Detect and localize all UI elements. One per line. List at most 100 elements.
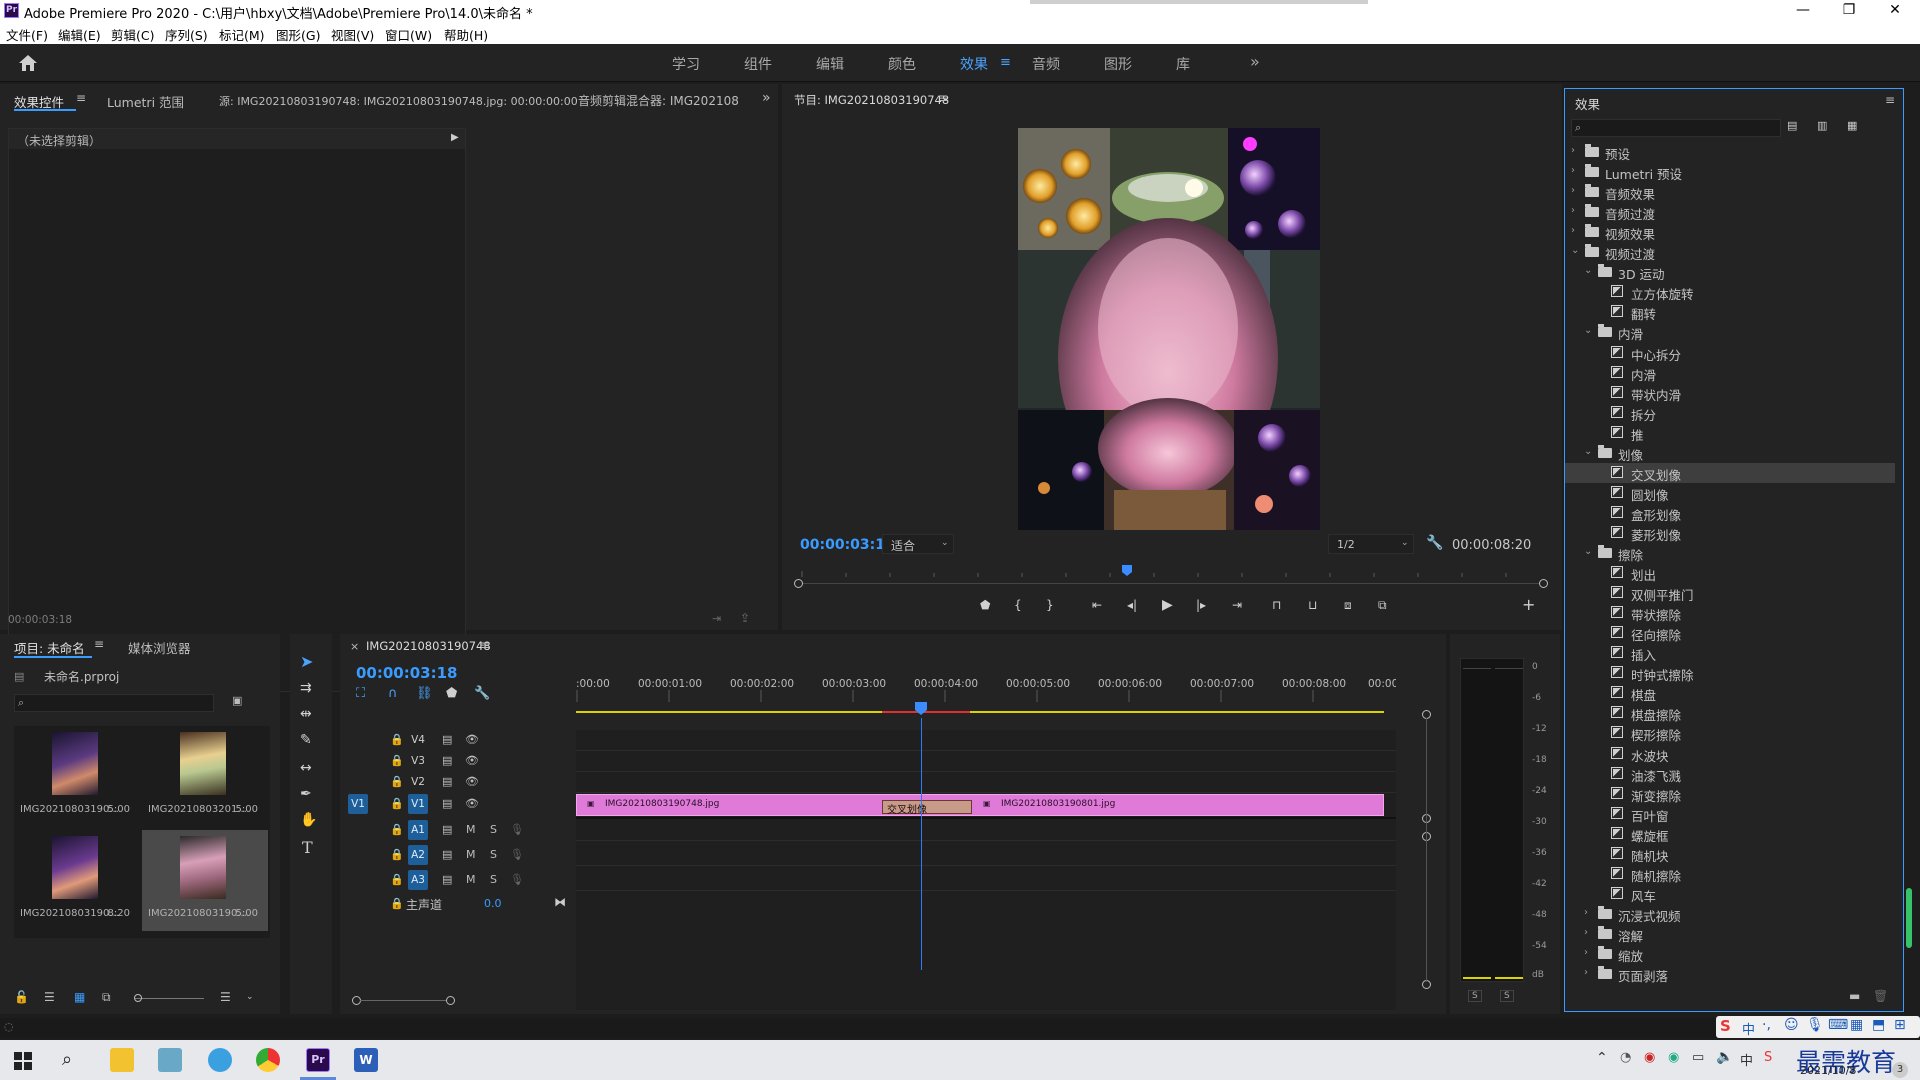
chevron-right-icon[interactable]: › xyxy=(1584,927,1588,938)
lock-icon[interactable]: 🔒 xyxy=(390,897,404,910)
zoom-slider[interactable] xyxy=(134,998,204,999)
workspace-overflow-icon[interactable]: » xyxy=(1250,52,1260,71)
h-scroll-end-handle[interactable] xyxy=(446,996,455,1005)
program-playhead-timecode[interactable]: 00:00:03:18 xyxy=(800,537,895,553)
timeline-timecode[interactable]: 00:00:03:18 xyxy=(356,664,458,682)
workspace-color[interactable]: 颜色 xyxy=(888,54,916,74)
sync-lock-icon[interactable]: ▤ xyxy=(442,848,452,861)
effects-folder[interactable]: › 页面剥落 xyxy=(1565,964,1895,984)
chevron-right-icon[interactable]: › xyxy=(1584,947,1588,958)
go-to-in-icon[interactable]: ⇤ xyxy=(1092,598,1102,612)
workspace-graphics[interactable]: 图形 xyxy=(1104,54,1132,74)
effect-item[interactable]: 棋盘 xyxy=(1565,683,1895,703)
file-explorer-icon[interactable] xyxy=(110,1048,134,1072)
effect-item[interactable]: 划出 xyxy=(1565,563,1895,583)
tray-chevron-up-icon[interactable]: ⌃ xyxy=(1596,1050,1608,1066)
timeline-ruler[interactable]: :00:00 00:00:01:00 00:00:02:00 00:00:03:… xyxy=(576,678,1396,722)
lock-icon[interactable]: 🔒 xyxy=(390,848,404,861)
panel-menu-icon[interactable]: ≡ xyxy=(76,91,86,105)
sync-lock-icon[interactable]: ▤ xyxy=(442,733,452,746)
tab-sequence[interactable]: IMG20210803190748 xyxy=(366,639,491,653)
linked-selection-icon[interactable]: ⛓ xyxy=(416,686,433,701)
effects-folder[interactable]: › 缩放 xyxy=(1565,944,1895,964)
step-forward-icon[interactable]: |▸ xyxy=(1196,598,1206,612)
sogou-logo-icon[interactable]: S xyxy=(1720,1017,1731,1035)
effect-item[interactable]: 中心拆分 xyxy=(1565,343,1895,363)
track-target-v4[interactable]: V4 xyxy=(408,730,428,750)
program-mini-ruler[interactable] xyxy=(796,564,1546,578)
track-target-v1[interactable]: V1 xyxy=(408,794,428,814)
effect-item[interactable]: 推 xyxy=(1565,423,1895,443)
effect-item[interactable]: 螺旋框 xyxy=(1565,824,1895,844)
project-menu-icon[interactable]: ≡ xyxy=(94,637,104,651)
microphone-icon[interactable]: 🎙 xyxy=(510,848,524,861)
project-item[interactable]: IMG20210803190... 8:20 xyxy=(14,830,140,931)
play-only-icon[interactable]: ▶ xyxy=(451,132,459,143)
effect-item[interactable]: 水波块 xyxy=(1565,744,1895,764)
yuv-effects-icon[interactable]: ▦ xyxy=(1847,119,1857,132)
step-back-icon[interactable]: ◂| xyxy=(1127,598,1137,612)
network-icon[interactable]: ▭ xyxy=(1692,1050,1704,1065)
snap-icon[interactable]: ∩ xyxy=(388,686,398,701)
effect-item[interactable]: 插入 xyxy=(1565,643,1895,663)
sync-lock-icon[interactable]: ▤ xyxy=(442,873,452,886)
effects-folder[interactable]: ⌄ 3D 运动 xyxy=(1565,262,1895,282)
effects-folder[interactable]: ⌄ 视频过渡 xyxy=(1565,242,1895,262)
effects-folder[interactable]: ⌄ 内滑 xyxy=(1565,322,1895,342)
ime-mode[interactable]: 中 xyxy=(1742,1019,1755,1038)
effect-item[interactable]: 风车 xyxy=(1565,884,1895,904)
effect-item[interactable]: 内滑 xyxy=(1565,363,1895,383)
icon-view-icon[interactable]: ▦ xyxy=(74,990,85,1004)
app-icon[interactable] xyxy=(158,1048,182,1072)
export-frame-icon[interactable]: ⇥ xyxy=(712,612,721,625)
tab-program[interactable]: 节目: IMG20210803190748 xyxy=(794,92,949,108)
sogou-icon[interactable]: S xyxy=(1764,1050,1772,1065)
effect-item[interactable]: 棋盘擦除 xyxy=(1565,703,1895,723)
v-scroll-track[interactable] xyxy=(1426,718,1427,982)
menu-edit[interactable]: 编辑(E) xyxy=(58,25,101,44)
sync-lock-icon[interactable]: ▤ xyxy=(442,797,452,810)
mute-button[interactable]: M xyxy=(466,873,476,886)
menu-marker[interactable]: 标记(M) xyxy=(219,25,265,44)
clip-v1[interactable]: ▣ IMG20210803190748.jpg ▣ IMG20210803190… xyxy=(576,794,1384,816)
ie-browser-icon[interactable] xyxy=(208,1048,232,1072)
chevron-down-icon[interactable]: ⌄ xyxy=(1584,265,1592,276)
workspace-libraries[interactable]: 库 xyxy=(1176,54,1190,74)
chevron-down-icon[interactable]: ⌄ xyxy=(1584,446,1592,457)
microphone-icon[interactable]: 🎙 xyxy=(510,873,524,886)
selection-tool-icon[interactable]: ➤ xyxy=(300,652,313,671)
effects-search-input[interactable]: ⌕ xyxy=(1571,119,1781,137)
play-icon[interactable]: ▶ xyxy=(1162,597,1173,613)
effects-folder[interactable]: › 音频过渡 xyxy=(1565,202,1895,222)
effects-menu-icon[interactable]: ≡ xyxy=(1885,93,1895,107)
chevron-right-icon[interactable]: › xyxy=(1571,205,1575,216)
minimize-button[interactable]: — xyxy=(1780,0,1826,22)
chevron-right-icon[interactable]: › xyxy=(1584,907,1588,918)
razor-tool-icon[interactable]: ✎ xyxy=(300,732,312,748)
go-to-out-icon[interactable]: ⇥ xyxy=(1232,598,1242,612)
sync-lock-icon[interactable]: ▤ xyxy=(442,775,452,788)
menu-file[interactable]: 文件(F) xyxy=(6,25,48,44)
voice-icon[interactable]: 🎙 xyxy=(1806,1017,1824,1033)
sync-lock-icon[interactable]: ▤ xyxy=(442,823,452,836)
chevron-down-icon[interactable]: ⌄ xyxy=(1571,245,1579,256)
taskbar-search-icon[interactable]: ⌕ xyxy=(62,1049,72,1070)
resolution-dropdown[interactable]: 1/2 ⌄ xyxy=(1328,534,1414,554)
effect-item[interactable]: 随机擦除 xyxy=(1565,864,1895,884)
pen-tool-icon[interactable]: ✒ xyxy=(300,786,312,802)
mark-out-icon[interactable]: } xyxy=(1046,598,1054,612)
track-target-v2[interactable]: V2 xyxy=(408,772,428,792)
effect-item[interactable]: 带状内滑 xyxy=(1565,383,1895,403)
share-icon[interactable]: ⇪ xyxy=(740,611,750,625)
effect-item[interactable]: 交叉划像 xyxy=(1565,462,1895,483)
solo-right-button[interactable]: S xyxy=(1500,990,1514,1002)
effects-folder[interactable]: › 溶解 xyxy=(1565,924,1895,944)
effect-item[interactable]: 双侧平推门 xyxy=(1565,583,1895,603)
project-item[interactable]: IMG20210803201... 5:00 xyxy=(142,726,268,827)
scrub-end-handle[interactable] xyxy=(1539,579,1548,588)
sequence-menu-icon[interactable]: ≡ xyxy=(480,638,490,652)
freeform-view-icon[interactable]: ⧉ xyxy=(102,990,111,1005)
effects-folder[interactable]: › 预设 xyxy=(1565,142,1895,162)
sync-lock-icon[interactable]: ▤ xyxy=(442,754,452,767)
chevron-right-icon[interactable]: › xyxy=(1571,225,1575,236)
